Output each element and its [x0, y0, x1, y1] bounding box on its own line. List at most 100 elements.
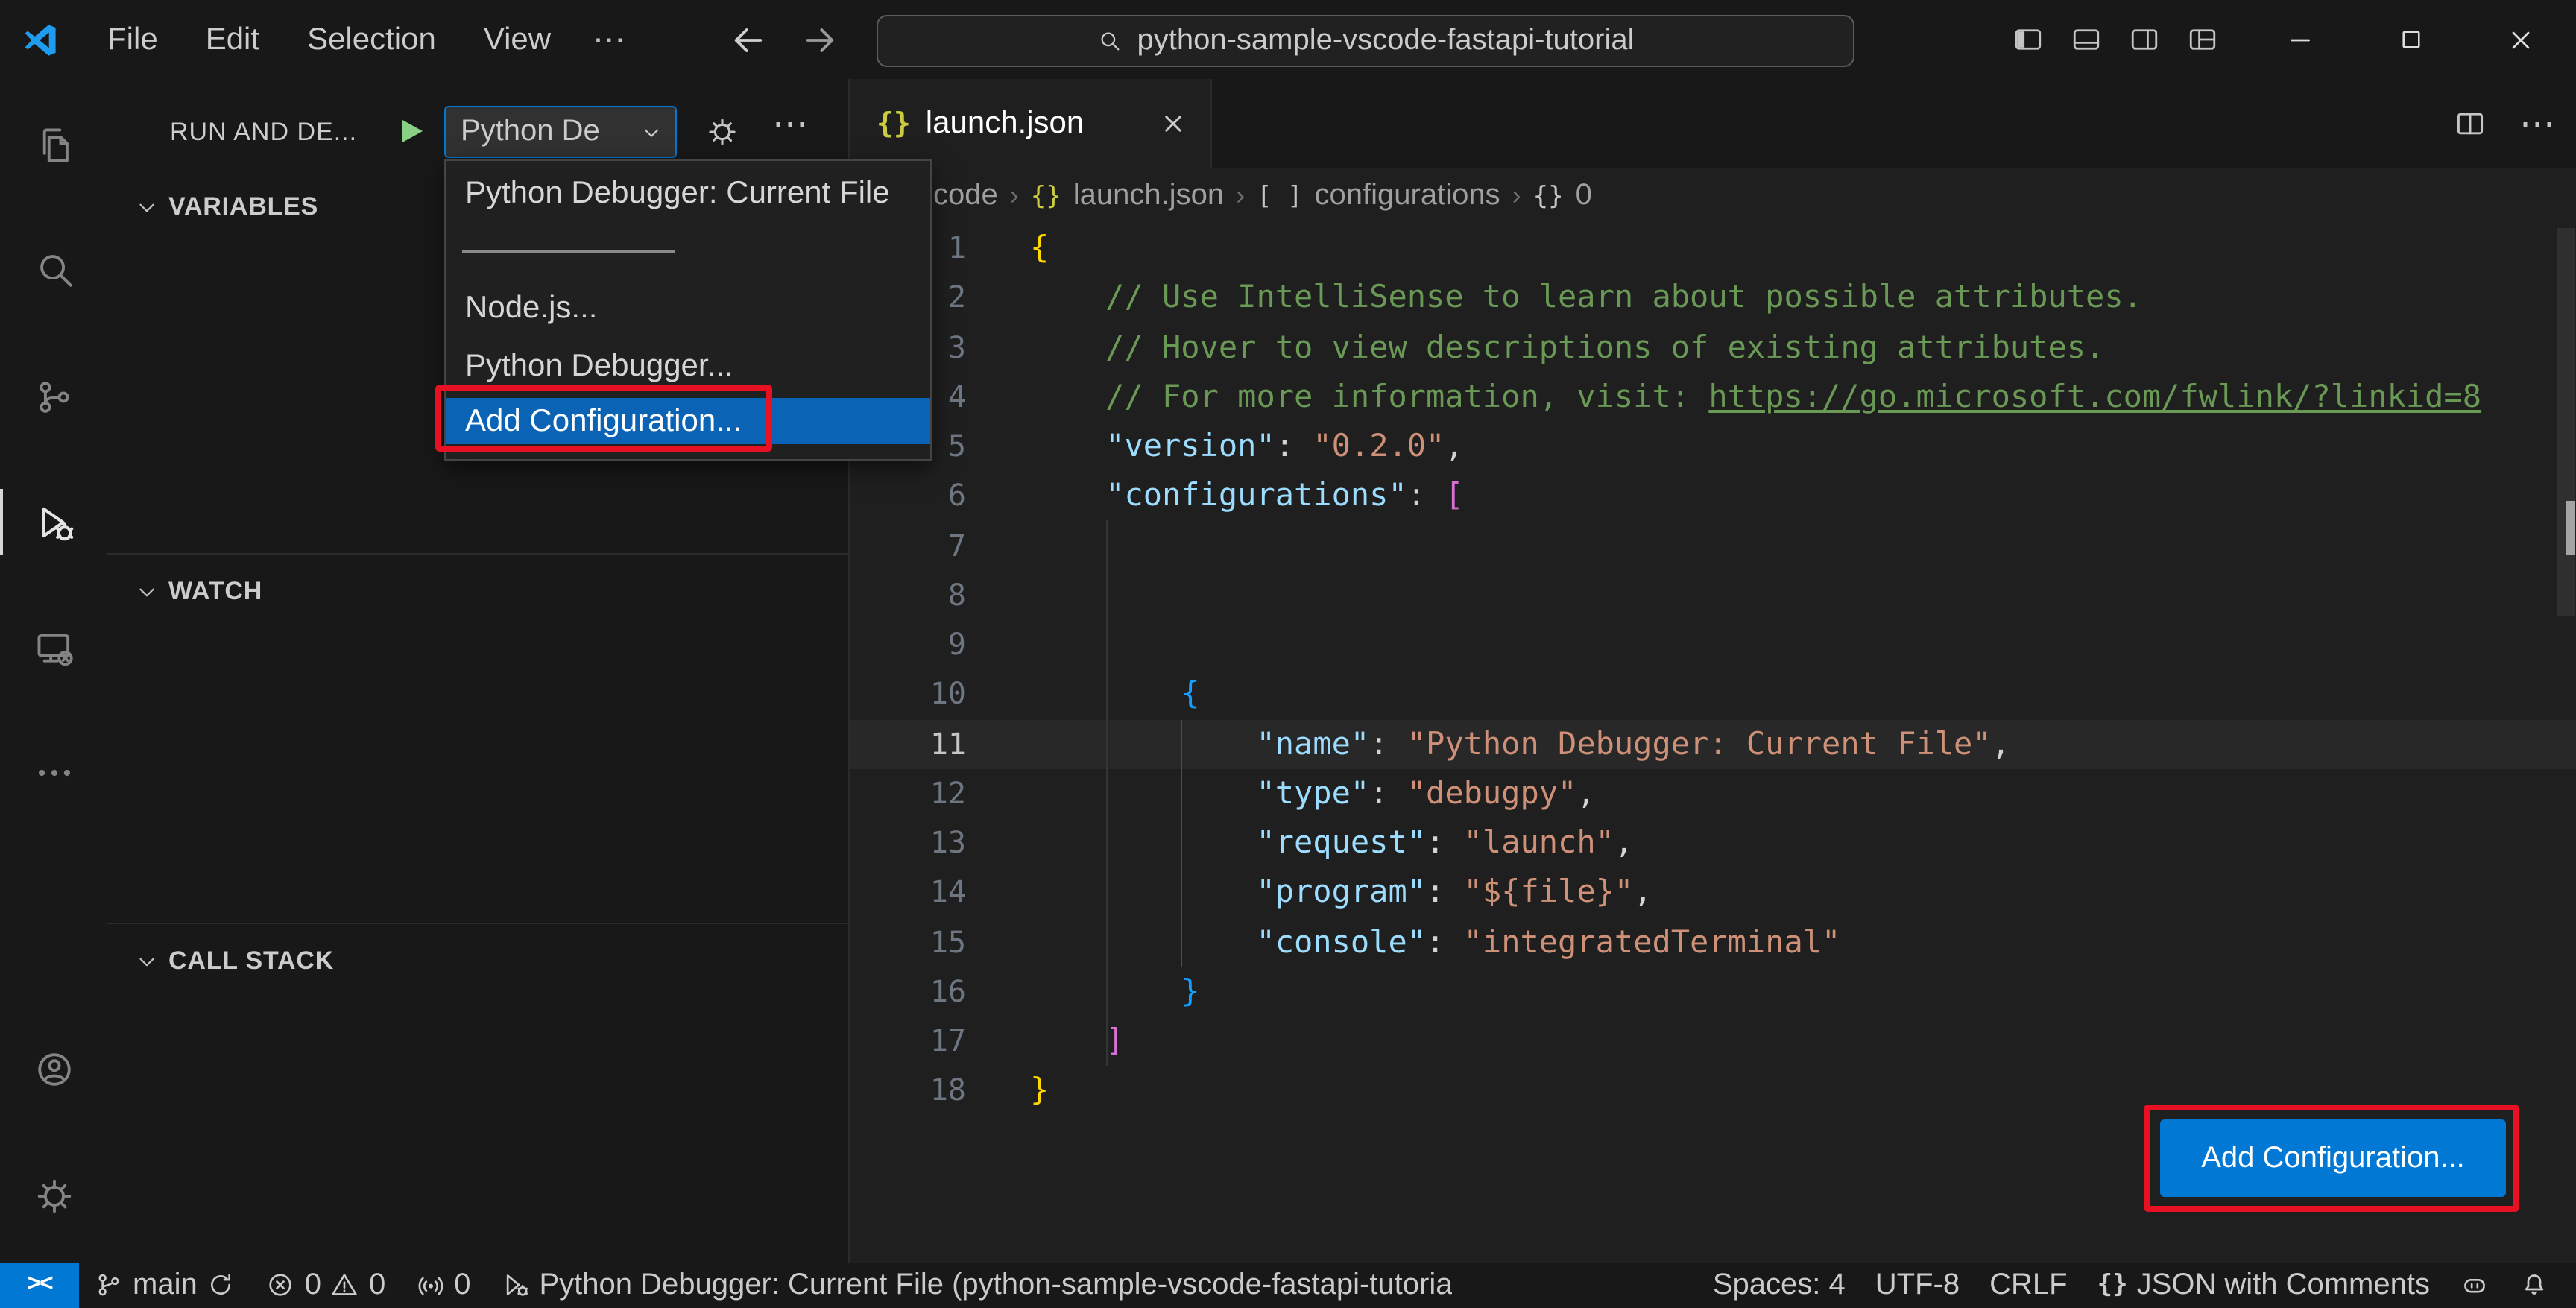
code-line-12[interactable]: 12 "type": "debugpy",	[850, 769, 2576, 819]
activity-settings[interactable]	[0, 1151, 107, 1240]
code-line-13[interactable]: 13 "request": "launch",	[850, 818, 2576, 868]
error-icon	[270, 1274, 292, 1297]
breadcrumb-symbol-0[interactable]: 0	[1576, 179, 1592, 213]
code-line-8[interactable]: 8	[850, 571, 2576, 621]
remote-icon: ><	[27, 1271, 53, 1298]
language-mode-status[interactable]: {} JSON with Comments	[2083, 1263, 2445, 1308]
activity-more-views[interactable]	[0, 727, 107, 817]
ports-status[interactable]: 0	[400, 1263, 485, 1308]
section-watch[interactable]: WATCH	[107, 565, 850, 619]
sidebar-more-actions-icon[interactable]: ⋯	[772, 103, 809, 146]
section-call-stack[interactable]: CALL STACK	[107, 935, 850, 988]
code-line-14[interactable]: 14 "program": "${file}",	[850, 868, 2576, 918]
run-and-debug-icon	[41, 506, 73, 540]
close-icon	[2512, 31, 2530, 48]
menu-selection[interactable]: Selection	[283, 11, 460, 68]
section-variables-label: VARIABLES	[168, 192, 319, 221]
problems-status[interactable]: 0 0	[251, 1263, 401, 1308]
section-watch-label: WATCH	[168, 577, 263, 605]
code-text: "type": "debugpy",	[1256, 774, 1596, 811]
section-call-stack-label: CALL STACK	[168, 947, 335, 975]
editor-more-actions-icon[interactable]: ⋯	[2519, 102, 2555, 145]
code-line-17[interactable]: 17 ]	[850, 1017, 2576, 1067]
activity-run-and-debug[interactable]	[0, 477, 107, 566]
notifications-status[interactable]	[2504, 1263, 2564, 1308]
line-number: 11	[929, 725, 966, 761]
menu-view[interactable]: View	[460, 11, 575, 68]
maximize-icon	[2402, 31, 2419, 48]
warning-icon	[332, 1274, 358, 1296]
code-line-1[interactable]: 1{	[850, 224, 2576, 274]
start-debugging-icon[interactable]	[394, 113, 429, 149]
eol-status[interactable]: CRLF	[1974, 1263, 2082, 1308]
close-tab-icon[interactable]	[1157, 107, 1190, 140]
minimize-button[interactable]	[2245, 0, 2355, 79]
dropdown-item-current-file[interactable]: Python Debugger: Current File	[446, 170, 930, 216]
overview-ruler-mark	[2566, 501, 2575, 555]
bell-icon	[2525, 1274, 2544, 1295]
warning-count: 0	[368, 1268, 386, 1301]
encoding-status[interactable]: UTF-8	[1860, 1263, 1974, 1308]
code-line-10[interactable]: 10 {	[850, 670, 2576, 720]
menu-more-icon[interactable]: ⋯	[575, 11, 645, 68]
code-line-11[interactable]: 11 "name": "Python Debugger: Current Fil…	[850, 719, 2576, 769]
code-line-16[interactable]: 16 }	[850, 967, 2576, 1017]
status-bar: >< main 0 0 0 Python Debugger: Current F…	[0, 1263, 2576, 1308]
breadcrumb: code › {} launch.json › [ ] configuratio…	[850, 168, 2576, 224]
forward-arrow-icon[interactable]	[799, 19, 841, 61]
dropdown-item-python-debugger[interactable]: Python Debugger...	[446, 343, 930, 389]
back-arrow-icon[interactable]	[727, 19, 769, 61]
menu-file[interactable]: File	[83, 11, 182, 68]
activity-remote-explorer[interactable]	[0, 604, 107, 693]
remote-indicator[interactable]: ><	[0, 1263, 79, 1308]
object-symbol-icon: {}	[1532, 181, 1564, 211]
code-line-9[interactable]: 9	[850, 620, 2576, 670]
menu-bar: File Edit Selection View ⋯	[83, 0, 645, 79]
code-editor[interactable]: 1{2 // Use IntelliSense to learn about p…	[850, 224, 2576, 1178]
line-number: 15	[929, 923, 966, 959]
toggle-sidebar-icon[interactable]	[2012, 24, 2044, 55]
indentation-status[interactable]: Spaces: 4	[1698, 1263, 1860, 1308]
line-number: 14	[929, 873, 966, 910]
breadcrumb-separator: ›	[1009, 180, 1019, 210]
toggle-panel-icon[interactable]	[2071, 24, 2102, 55]
code-line-6[interactable]: 6 "configurations": [	[850, 472, 2576, 522]
code-line-18[interactable]: 18}	[850, 1067, 2576, 1116]
code-line-7[interactable]: 7	[850, 521, 2576, 571]
indent-guide-active	[1181, 720, 1182, 967]
activity-explorer[interactable]	[0, 100, 107, 189]
breadcrumb-file[interactable]: launch.json	[1073, 179, 1224, 213]
dropdown-item-nodejs[interactable]: Node.js...	[446, 285, 930, 331]
activity-accounts[interactable]	[0, 1024, 107, 1113]
code-line-15[interactable]: 15 "console": "integratedTerminal"	[850, 917, 2576, 967]
debug-config-status[interactable]: Python Debugger: Current File (python-sa…	[485, 1263, 1467, 1308]
code-line-3[interactable]: 3 // Hover to view descriptions of exist…	[850, 323, 2576, 373]
activity-search[interactable]	[0, 224, 107, 313]
debug-config-select[interactable]: Python De	[444, 106, 677, 158]
branch-status[interactable]: main	[79, 1263, 251, 1308]
breadcrumb-symbol-configurations[interactable]: configurations	[1315, 179, 1500, 213]
maximize-button[interactable]	[2355, 0, 2466, 79]
customize-layout-icon[interactable]	[2187, 24, 2218, 55]
code-line-5[interactable]: 5 "version": "0.2.0",	[850, 422, 2576, 472]
section-divider	[107, 923, 850, 924]
breadcrumb-folder[interactable]: code	[933, 179, 998, 213]
menu-edit[interactable]: Edit	[182, 11, 283, 68]
add-configuration-button[interactable]: Add Configuration...	[2160, 1119, 2506, 1197]
code-line-4[interactable]: 4 // For more information, visit: https:…	[850, 373, 2576, 423]
toggle-secondary-sidebar-icon[interactable]	[2129, 24, 2160, 55]
code-line-2[interactable]: 2 // Use IntelliSense to learn about pos…	[850, 274, 2576, 323]
copilot-status[interactable]	[2445, 1263, 2504, 1308]
dropdown-item-add-configuration[interactable]: Add Configuration...	[446, 398, 930, 444]
line-number: 6	[947, 477, 966, 514]
split-editor-icon[interactable]	[2454, 107, 2487, 140]
editor-scrollbar[interactable]	[2557, 228, 2575, 616]
code-text: "console": "integratedTerminal"	[1256, 923, 1841, 959]
gear-icon[interactable]	[705, 115, 739, 149]
close-button[interactable]	[2466, 0, 2576, 79]
search-value: python-sample-vscode-fastapi-tutorial	[1137, 24, 1635, 57]
command-center-search[interactable]: python-sample-vscode-fastapi-tutorial	[877, 15, 1854, 67]
tab-launch-json[interactable]: {} launch.json	[850, 79, 1212, 168]
vscode-logo	[25, 25, 56, 56]
activity-source-control[interactable]	[0, 352, 107, 441]
